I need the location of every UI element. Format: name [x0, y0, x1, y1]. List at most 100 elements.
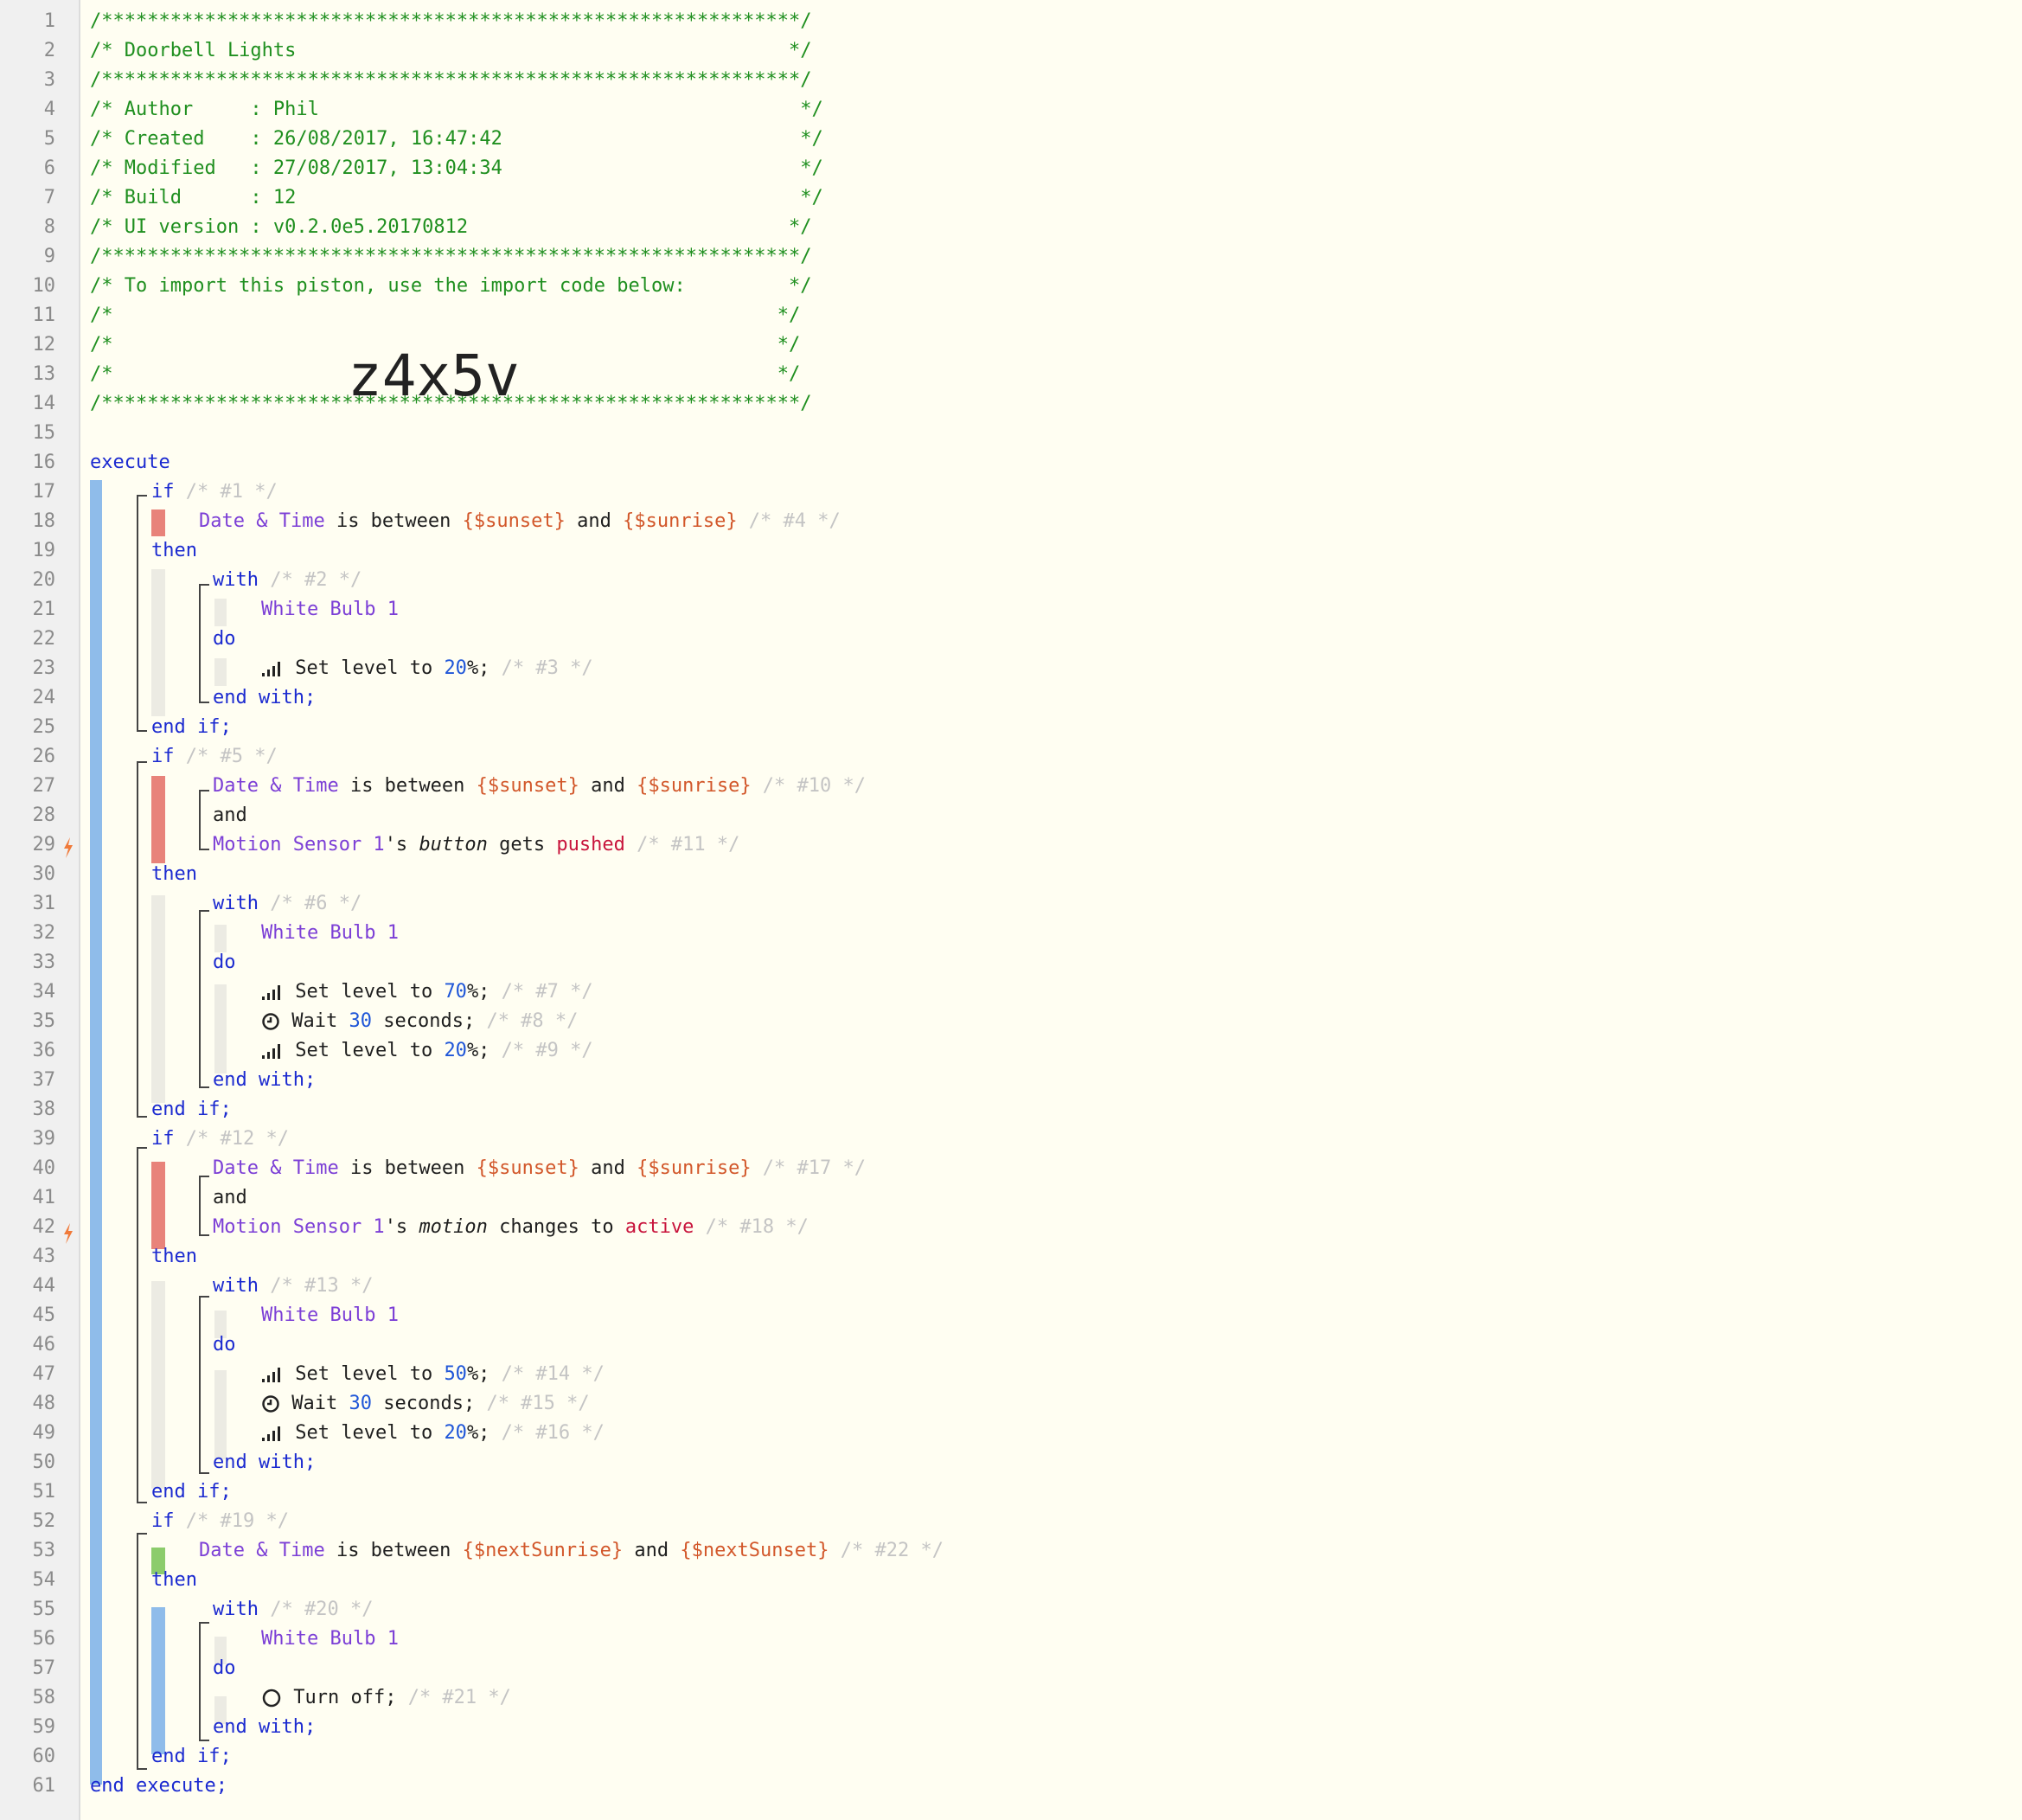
seconds-text: seconds; — [371, 1010, 476, 1032]
line-number: 32 — [32, 922, 56, 944]
with-statement-6[interactable]: with /* #6 */ — [213, 889, 362, 919]
import-code[interactable]: z4x5v — [348, 342, 520, 411]
if-statement-19[interactable]: if /* #19 */ — [151, 1507, 289, 1536]
with-bracket-6 — [199, 910, 209, 1088]
task-id: /* #8 */ — [475, 1010, 579, 1032]
condition-11[interactable]: Motion Sensor 1's button gets pushed /* … — [213, 830, 739, 860]
end-with-keyword: end with; — [213, 687, 317, 708]
with-statement-2[interactable]: with /* #2 */ — [213, 566, 362, 595]
task-text: Set level to — [284, 1040, 445, 1061]
line-number: 31 — [32, 893, 56, 914]
task-9[interactable]: Set level to 20%; /* #9 */ — [261, 1036, 593, 1066]
then-block-bar-1 — [151, 569, 165, 716]
line-number: 21 — [32, 599, 56, 620]
task-id: /* #21 */ — [396, 1687, 511, 1708]
line-number: 5 — [43, 128, 55, 150]
with-block-bar-6b — [214, 984, 227, 1073]
device-white-bulb[interactable]: White Bulb 1 — [261, 595, 399, 625]
do-keyword: do — [213, 952, 236, 973]
line-number: 38 — [32, 1099, 56, 1120]
attribute-button: button — [419, 834, 488, 856]
line-number: 25 — [32, 716, 56, 738]
task-7[interactable]: Set level to 70%; /* #7 */ — [261, 977, 593, 1007]
task-3[interactable]: Set level to 20%; /* #3 */ — [261, 654, 593, 683]
device-white-bulb[interactable]: White Bulb 1 — [261, 1301, 399, 1330]
with-bracket-20 — [199, 1622, 209, 1741]
line-number: 1 — [43, 10, 55, 32]
condition-18[interactable]: Motion Sensor 1's motion changes to acti… — [213, 1213, 809, 1242]
condition-4[interactable]: Date & Time is between {$sunset} and {$s… — [199, 507, 841, 536]
and-operator[interactable]: and — [213, 1183, 247, 1213]
line-number: 3 — [43, 69, 55, 91]
comparison-text: is between — [324, 510, 463, 532]
do-keyword: do — [213, 1334, 236, 1355]
if-statement-1[interactable]: if /* #1 */ — [151, 477, 278, 507]
line-number: 37 — [32, 1069, 56, 1091]
condition-22[interactable]: Date & Time is between {$nextSunrise} an… — [199, 1536, 944, 1566]
condition-bracket-5 — [199, 790, 209, 850]
with-statement-13[interactable]: with /* #13 */ — [213, 1272, 373, 1301]
seconds-text: seconds; — [371, 1393, 476, 1414]
statement-id: /* #19 */ — [174, 1510, 289, 1532]
then-keyword: then — [151, 1569, 197, 1591]
if-statement-5[interactable]: if /* #5 */ — [151, 742, 278, 772]
execute-keyword: execute — [90, 452, 170, 473]
line-number: 55 — [32, 1599, 56, 1620]
motion-sensor-device: Motion Sensor 1 — [213, 834, 385, 856]
line-number: 23 — [32, 657, 56, 679]
line-number: 4 — [43, 99, 55, 120]
power-icon — [262, 1689, 281, 1708]
do-keyword: do — [213, 628, 236, 650]
device-white-bulb[interactable]: White Bulb 1 — [261, 1625, 399, 1654]
condition-id: /* #11 */ — [624, 834, 740, 856]
task-16[interactable]: Set level to 20%; /* #16 */ — [261, 1419, 605, 1448]
line-number: 41 — [32, 1187, 56, 1208]
signal-bars-icon — [262, 985, 280, 1000]
if-bracket-12 — [137, 1147, 147, 1503]
sunrise-variable: {$sunrise} — [637, 1157, 752, 1179]
task-text: Set level to — [284, 1363, 445, 1385]
sunset-variable: {$sunset} — [476, 775, 579, 797]
line-number: 57 — [32, 1657, 56, 1679]
and-operator[interactable]: and — [213, 801, 247, 830]
line-number: 39 — [32, 1128, 56, 1150]
with-keyword: with — [213, 1275, 259, 1297]
condition-10[interactable]: Date & Time is between {$sunset} and {$s… — [213, 772, 866, 801]
device-white-bulb[interactable]: White Bulb 1 — [261, 919, 399, 948]
header-modified: /* Modified : 27/08/2017, 13:04:34 */ — [90, 157, 823, 179]
line-number: 13 — [32, 363, 56, 385]
line-number: 14 — [32, 393, 56, 414]
line-number: 50 — [32, 1452, 56, 1473]
task-8[interactable]: Wait 30 seconds; /* #8 */ — [261, 1007, 578, 1036]
with-statement-20[interactable]: with /* #20 */ — [213, 1595, 373, 1625]
condition-id: /* #22 */ — [829, 1540, 944, 1561]
level-value: 20 — [444, 1040, 467, 1061]
if-statement-12[interactable]: if /* #12 */ — [151, 1125, 289, 1154]
task-id: /* #7 */ — [490, 981, 593, 1003]
line-number: 12 — [32, 334, 56, 356]
header-border: /***************************************… — [90, 10, 812, 32]
execute-block-bar — [90, 480, 102, 1785]
condition-17[interactable]: Date & Time is between {$sunset} and {$s… — [213, 1154, 866, 1183]
if-bracket-5 — [137, 761, 147, 1118]
do-keyword: do — [213, 1657, 236, 1679]
percent: %; — [466, 1040, 490, 1061]
line-number: 35 — [32, 1010, 56, 1032]
percent: %; — [466, 1363, 490, 1385]
task-15[interactable]: Wait 30 seconds; /* #15 */ — [261, 1389, 590, 1419]
line-number: 54 — [32, 1569, 56, 1591]
possessive: 's — [384, 834, 419, 856]
value-pushed: pushed — [556, 834, 625, 856]
task-14[interactable]: Set level to 50%; /* #14 */ — [261, 1360, 605, 1389]
level-value: 20 — [444, 657, 467, 679]
line-number: 19 — [32, 540, 56, 561]
condition-bar-5 — [151, 776, 165, 863]
condition-id: /* #18 */ — [694, 1216, 809, 1238]
task-21[interactable]: Turn off; /* #21 */ — [261, 1683, 511, 1713]
then-block-bar-5 — [151, 895, 165, 1103]
task-id: /* #15 */ — [475, 1393, 590, 1414]
next-sunset-variable: {$nextSunset} — [680, 1540, 829, 1561]
task-id: /* #16 */ — [490, 1422, 605, 1444]
then-keyword: then — [151, 863, 197, 885]
line-number: 48 — [32, 1393, 56, 1414]
